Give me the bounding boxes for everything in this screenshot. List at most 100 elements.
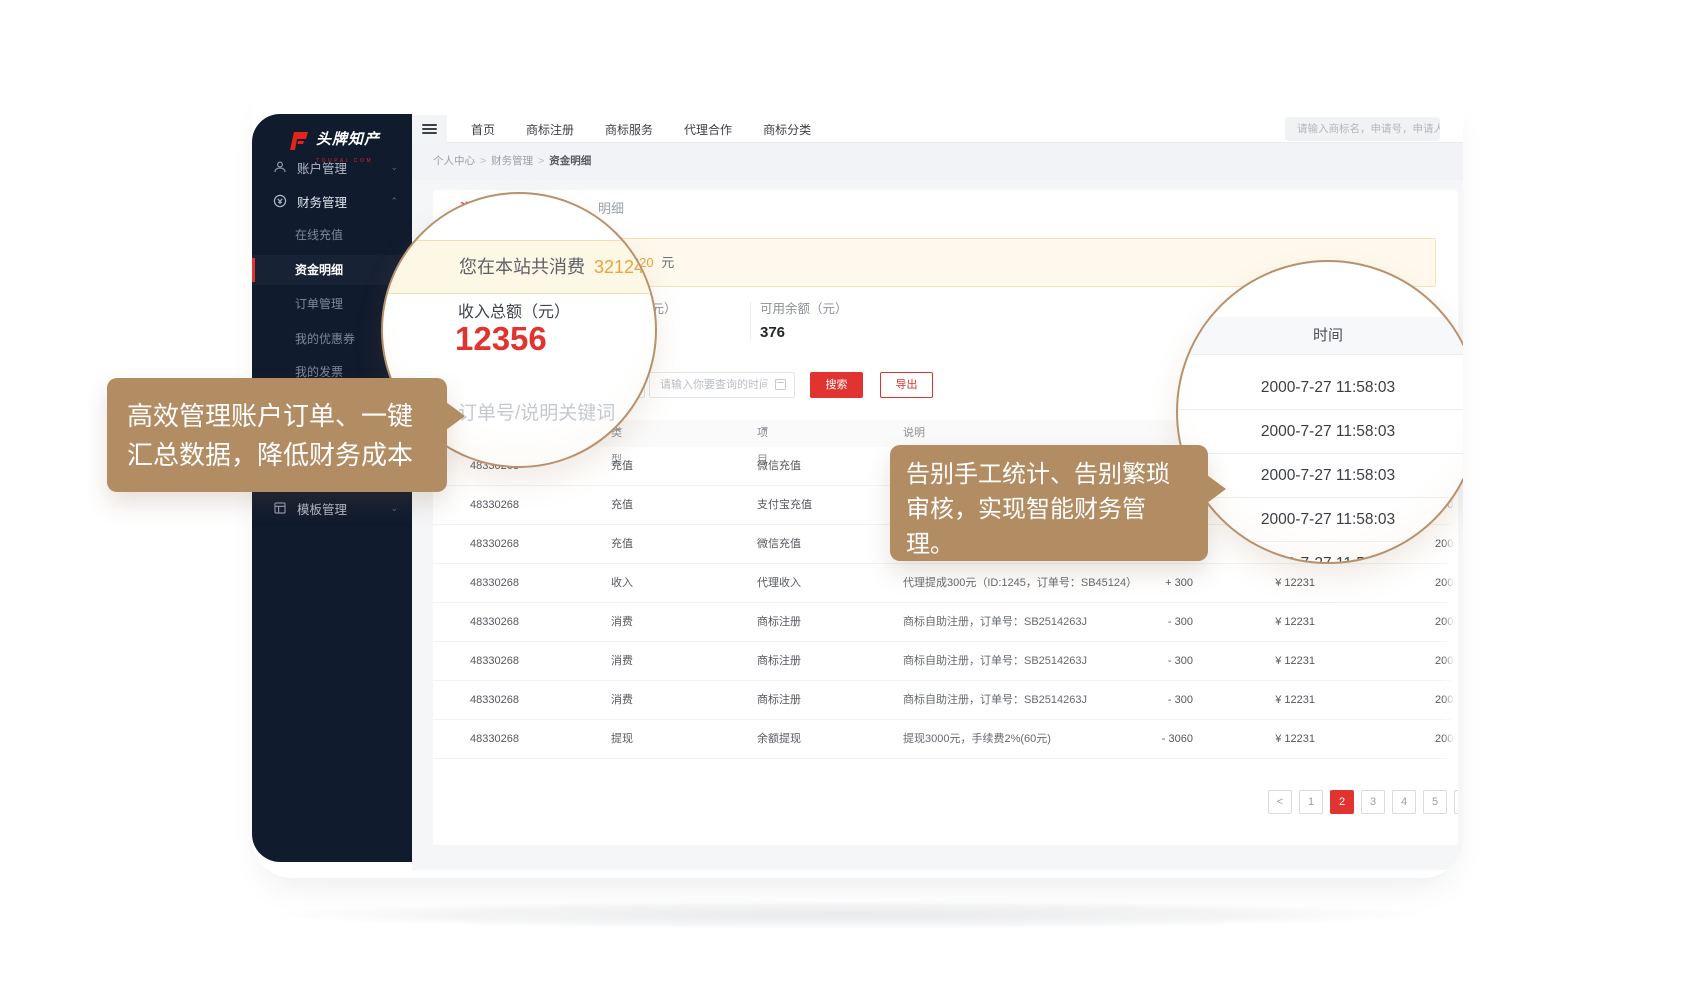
pagination-page-4[interactable]: 4 bbox=[1392, 790, 1416, 814]
table-row[interactable]: 48330268 消费 商标注册 商标自助注册，订单号：SB2514263J- 300… bbox=[433, 681, 1458, 720]
cell-project: 商标注册 bbox=[757, 642, 801, 681]
sidebar-item-label: 财务管理 bbox=[297, 192, 347, 211]
cell-balance: ¥ 12231 bbox=[1205, 720, 1315, 759]
breadcrumb-separator: > bbox=[538, 155, 544, 167]
breadcrumb: 个人中心 > 财务管理 > 资金明细 bbox=[433, 143, 591, 180]
trademark-search-input[interactable] bbox=[1285, 117, 1440, 141]
sidebar-item-label: 模板管理 bbox=[297, 499, 347, 518]
breadcrumb-item[interactable]: 个人中心 bbox=[433, 155, 475, 167]
nav-item-商标服务[interactable]: 商标服务 bbox=[605, 121, 653, 138]
pagination-page-1[interactable]: 1 bbox=[1299, 790, 1323, 814]
cell-type: 消费 bbox=[611, 642, 633, 681]
cell-order-no: 48330268 bbox=[470, 681, 519, 720]
stat-balance: 可用余额（元） 376 bbox=[760, 298, 848, 341]
magnified-time-row: 2000-7-27 11:58:03 bbox=[1178, 410, 1463, 454]
stat-balance-label: 可用余额（元） bbox=[760, 298, 848, 317]
table-row[interactable]: 48330268 提现 余额提现 提现3000元，手续费2%(60元) - 3060 ¥ … bbox=[433, 720, 1458, 759]
nav-item-代理合作[interactable]: 代理合作 bbox=[684, 121, 732, 138]
table-row[interactable]: 48330268消费商标注册商标自助注册，订单号：SB2514263J- 300… bbox=[433, 603, 1458, 642]
cell-balance: ¥ 12231 bbox=[1205, 642, 1315, 681]
cell-project: 余额提现 bbox=[757, 720, 801, 759]
search-button[interactable]: 搜索 bbox=[810, 372, 863, 398]
cell-type: 提现 bbox=[611, 720, 633, 759]
magnified-input-placeholder: 订单号/说明关键词 bbox=[458, 398, 615, 425]
table-row[interactable]: 48330268 消费 商标注册 商标自助注册，订单号：SB2514263J- 300… bbox=[433, 642, 1458, 681]
cell-project: 商标注册 bbox=[757, 681, 801, 720]
col-desc: 说明 bbox=[903, 420, 925, 447]
cell-amount: - 300 bbox=[1073, 681, 1193, 720]
cell-order-no: 48330268 bbox=[470, 603, 519, 642]
breadcrumb-item: 资金明细 bbox=[549, 155, 591, 167]
template-icon bbox=[273, 501, 287, 515]
nav-item-商标分类[interactable]: 商标分类 bbox=[763, 121, 811, 138]
cell-type: 收入 bbox=[611, 564, 633, 603]
pagination-page-5[interactable]: 5 bbox=[1423, 790, 1447, 814]
table-row[interactable]: 48330268收入代理收入代理提成300元（ID:1245，订单号：SB451… bbox=[433, 564, 1458, 603]
cell-desc: 商标自助注册，订单号：SB2514263J bbox=[903, 603, 1087, 642]
time-filter-input[interactable] bbox=[649, 372, 795, 398]
tab-secondary[interactable]: 明细 bbox=[598, 198, 624, 217]
pagination-page-2[interactable]: 2 bbox=[1330, 790, 1354, 814]
magnified-income-value: 12356 bbox=[455, 320, 547, 358]
pagination-prev-button[interactable]: < bbox=[1268, 790, 1292, 814]
chevron-up-icon: ⌃ bbox=[390, 196, 398, 207]
magnified-time-row: 2000-7-27 11:58:03 bbox=[1178, 366, 1463, 410]
cell-type: 充值 bbox=[611, 486, 633, 525]
brand-logo-icon bbox=[288, 130, 310, 152]
cell-project: 代理收入 bbox=[757, 564, 801, 603]
nav-item-首页[interactable]: 首页 bbox=[471, 121, 495, 138]
cell-amount: - 3060 bbox=[1073, 720, 1193, 759]
col-project[interactable]: 项目 bbox=[757, 420, 768, 447]
cell-project: 支付宝充值 bbox=[757, 486, 812, 525]
pagination-next-button[interactable]: > bbox=[1454, 790, 1458, 814]
hamburger-menu-button[interactable] bbox=[412, 115, 447, 143]
sidebar-item-label: 账户管理 bbox=[297, 158, 347, 177]
calendar-icon[interactable] bbox=[775, 379, 786, 390]
cell-type: 消费 bbox=[611, 603, 633, 642]
cell-amount: - 300 bbox=[1073, 642, 1193, 681]
cell-time: 2000-7-27 11:58:03 bbox=[1435, 681, 1458, 720]
breadcrumb-separator: > bbox=[480, 155, 486, 167]
cell-order-no: 48330268 bbox=[470, 720, 519, 759]
stat-divider bbox=[750, 302, 751, 340]
cell-amount: + 300 bbox=[1073, 564, 1193, 603]
sidebar-item-template[interactable]: 模板管理 ⌄ bbox=[252, 493, 412, 523]
sidebar-item-finance[interactable]: 财务管理 ⌃ bbox=[252, 186, 412, 216]
cell-project: 微信充值 bbox=[757, 447, 801, 486]
nav-item-商标注册[interactable]: 商标注册 bbox=[526, 121, 574, 138]
tooltip-left: 高效管理账户订单、一键汇总数据，降低财务成本 bbox=[107, 378, 447, 492]
cell-amount: - 300 bbox=[1073, 603, 1193, 642]
cell-order-no: 48330268 bbox=[470, 564, 519, 603]
chevron-down-icon: ⌄ bbox=[390, 162, 398, 173]
sidebar-item-account[interactable]: 账户管理 ⌄ bbox=[252, 152, 412, 182]
cell-type: 充值 bbox=[611, 447, 633, 486]
cell-order-no: 48330268 bbox=[470, 525, 519, 564]
magnified-time-row-partial: 2000-7-27 11:58:03 bbox=[1178, 542, 1463, 564]
cell-desc: 商标自助注册，订单号：SB2514263J bbox=[903, 681, 1087, 720]
cell-desc: 提现3000元，手续费2%(60元) bbox=[903, 720, 1051, 759]
breadcrumb-item[interactable]: 财务管理 bbox=[491, 155, 533, 167]
cell-time: 2000-7-27 11:58:03 bbox=[1435, 720, 1458, 759]
top-navbar: 首页 商标注册 商标服务 代理合作 商标分类 bbox=[412, 115, 1463, 143]
pagination-page-3[interactable]: 3 bbox=[1361, 790, 1385, 814]
stat-balance-value: 376 bbox=[760, 324, 848, 341]
cell-project: 微信充值 bbox=[757, 525, 801, 564]
chevron-down-icon: ⌄ bbox=[390, 503, 398, 514]
export-button[interactable]: 导出 bbox=[880, 372, 933, 398]
pagination: <12345 > bbox=[433, 790, 1458, 814]
magnified-time-row: 2000-7-27 11:58:03 bbox=[1178, 498, 1463, 542]
magnified-banner-text: 您在本站共消费 32124 元 bbox=[459, 240, 657, 294]
finance-icon bbox=[273, 194, 287, 208]
page-background: 头牌知产 TOUPAI.COM 账户管理 ⌄ 财务管理 ⌃ 在线充值资金明细订单… bbox=[0, 0, 1696, 1002]
banner-suffix: 元 bbox=[661, 255, 674, 270]
cell-desc: 商标自助注册，订单号：SB2514263J bbox=[903, 642, 1087, 681]
laptop-base-shadow bbox=[58, 896, 1638, 934]
cell-time: 2000-7-27 11:58:03 bbox=[1435, 603, 1458, 642]
user-icon bbox=[273, 160, 287, 174]
cell-time: 2000-7-27 11:58:03 bbox=[1435, 642, 1458, 681]
tooltip-right: 告别手工统计、告别繁琐审核，实现智能财务管理。 bbox=[890, 445, 1208, 561]
cell-order-no: 48330268 bbox=[470, 642, 519, 681]
cell-type: 消费 bbox=[611, 681, 633, 720]
breadcrumb-bar: 个人中心 > 财务管理 > 资金明细 bbox=[412, 143, 1463, 180]
cell-balance: ¥ 12231 bbox=[1205, 564, 1315, 603]
